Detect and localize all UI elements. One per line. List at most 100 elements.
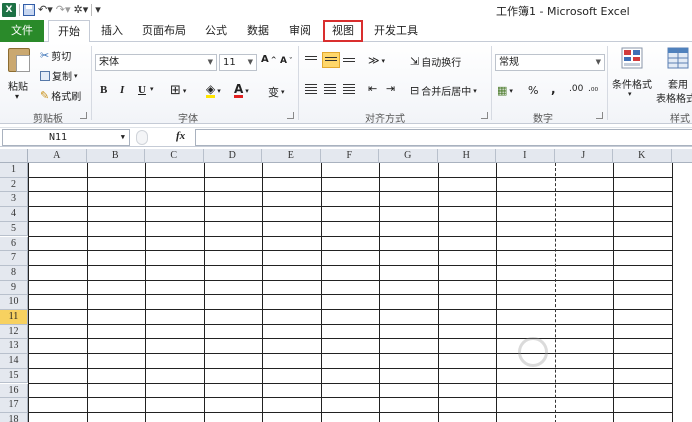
column-gridline	[496, 163, 497, 422]
row-header-15[interactable]: 15	[0, 368, 28, 384]
tab-developer[interactable]: 开发工具	[370, 20, 422, 42]
merge-center-label: 合并后居中	[421, 87, 472, 98]
alignment-launcher-icon[interactable]	[481, 112, 488, 119]
tab-page-layout[interactable]: 页面布局	[134, 20, 194, 42]
column-header-d[interactable]: D	[203, 149, 262, 163]
column-header-h[interactable]: H	[437, 149, 496, 163]
column-header-j[interactable]: J	[554, 149, 613, 163]
comma-button[interactable]: ,	[551, 82, 556, 96]
paste-icon[interactable]	[8, 48, 30, 72]
column-header-b[interactable]: B	[86, 149, 145, 163]
underline-button[interactable]: U	[138, 84, 146, 96]
tab-data[interactable]: 数据	[240, 20, 276, 42]
wrap-text-button[interactable]: ⇲ 自动换行	[410, 54, 461, 69]
border-button[interactable]: ⊞ ▾	[170, 83, 186, 98]
align-top-button[interactable]	[305, 56, 317, 62]
row-header-13[interactable]: 13	[0, 339, 28, 355]
number-format-select[interactable]: 常规 ▼	[495, 54, 605, 71]
cut-button[interactable]: ✂ 剪切	[40, 48, 71, 63]
decrease-decimal-button[interactable]: .₀₀	[588, 84, 598, 94]
font-size-select[interactable]: 11 ▼	[219, 54, 257, 71]
align-bottom-button[interactable]	[343, 58, 355, 64]
tab-insert[interactable]: 插入	[94, 20, 130, 42]
column-gridline	[203, 163, 205, 422]
italic-button[interactable]: I	[120, 84, 124, 96]
undo-icon[interactable]: ↶▾	[38, 3, 53, 17]
increase-decimal-button[interactable]: .00	[569, 84, 583, 94]
row-header-6[interactable]: 6	[0, 236, 28, 252]
customize-qat-icon[interactable]: ▾	[95, 3, 101, 17]
select-all-corner[interactable]	[0, 149, 28, 163]
formula-bar-splitter[interactable]	[136, 130, 148, 145]
decrease-indent-button[interactable]: ⇤	[368, 82, 377, 95]
paste-button[interactable]: 粘贴	[8, 78, 28, 93]
number-launcher-icon[interactable]	[596, 112, 603, 119]
font-size-value: 11	[223, 57, 236, 68]
name-box[interactable]: N11 ▼	[2, 129, 130, 146]
chevron-down-icon: ▼	[247, 58, 253, 66]
bold-button[interactable]: B	[100, 84, 107, 96]
insert-function-icon[interactable]: fx	[176, 130, 185, 142]
fill-color-button[interactable]: ◈ ▾	[206, 83, 221, 98]
caret-down-icon: ˇ	[288, 57, 293, 65]
font-name-select[interactable]: 宋体 ▼	[95, 54, 217, 71]
column-header-c[interactable]: C	[145, 149, 204, 163]
tab-file[interactable]: 文件	[0, 20, 44, 42]
font-launcher-icon[interactable]	[287, 112, 294, 119]
row-header-16[interactable]: 16	[0, 383, 28, 399]
format-painter-button[interactable]: ✎ 格式刷	[40, 88, 81, 103]
redo-icon[interactable]: ↷▾	[56, 3, 71, 17]
grow-font-button[interactable]: A ^	[261, 54, 277, 65]
percent-button[interactable]: %	[528, 84, 538, 97]
phonetic-button[interactable]: 变 ▾	[268, 84, 285, 100]
customize-icon[interactable]: ✲▾	[74, 3, 89, 17]
wrap-text-label: 自动换行	[421, 58, 462, 69]
row-header-1[interactable]: 1	[0, 163, 28, 178]
align-right-button[interactable]	[343, 84, 355, 94]
column-header-g[interactable]: G	[379, 149, 438, 163]
tab-formulas[interactable]: 公式	[198, 20, 234, 42]
excel-logo[interactable]: X	[2, 3, 16, 17]
row-header-10[interactable]: 10	[0, 295, 28, 310]
column-header-i[interactable]: I	[496, 149, 555, 163]
orientation-button[interactable]: ≫ ▾	[368, 54, 385, 67]
row-header-14[interactable]: 14	[0, 354, 28, 369]
save-icon[interactable]	[23, 4, 35, 16]
table-format-top-label[interactable]: 套用	[668, 76, 688, 91]
formula-input[interactable]	[195, 129, 692, 146]
column-header-f[interactable]: F	[320, 149, 379, 163]
row-header-2[interactable]: 2	[0, 177, 28, 193]
row-header-5[interactable]: 5	[0, 221, 28, 237]
tab-review[interactable]: 审阅	[282, 20, 318, 42]
align-middle-button[interactable]	[322, 52, 340, 68]
row-header-18[interactable]: 18	[0, 412, 28, 422]
paste-dropdown-icon[interactable]: ▾	[15, 92, 19, 101]
row-header-9[interactable]: 9	[0, 280, 28, 296]
increase-indent-button[interactable]: ⇥	[386, 82, 395, 95]
row-header-17[interactable]: 17	[0, 398, 28, 413]
clipboard-launcher-icon[interactable]	[80, 112, 87, 119]
tab-home[interactable]: 开始	[48, 20, 90, 43]
accounting-format-button[interactable]: ▦ ▾	[497, 84, 513, 97]
row-header-8[interactable]: 8	[0, 265, 28, 281]
font-color-button[interactable]: A ▾	[234, 83, 249, 98]
shrink-font-button[interactable]: Aˇ	[280, 56, 292, 66]
row-header-3[interactable]: 3	[0, 192, 28, 208]
align-center-button[interactable]	[324, 84, 336, 94]
column-header-a[interactable]: A	[28, 149, 87, 163]
align-left-button[interactable]	[305, 84, 317, 94]
column-header-k[interactable]: K	[613, 149, 672, 163]
copy-button[interactable]: 复制 ▾	[40, 68, 78, 83]
underline-dropdown-icon[interactable]: ▾	[150, 85, 154, 93]
column-header-e[interactable]: E	[262, 149, 321, 163]
conditional-formatting-button[interactable]: 条件格式	[612, 76, 652, 91]
tab-view[interactable]: 视图	[323, 20, 363, 42]
merge-center-button[interactable]: ⊟ 合并后居中 ▾	[410, 83, 477, 98]
row-header-11[interactable]: 11	[0, 310, 28, 325]
row-header-7[interactable]: 7	[0, 251, 28, 266]
table-format-button[interactable]: 表格格式	[656, 90, 692, 105]
column-gridline	[145, 163, 146, 422]
row-header-12[interactable]: 12	[0, 324, 28, 340]
row-header-4[interactable]: 4	[0, 207, 28, 222]
decrease-indent-icon: ⇤	[368, 82, 378, 95]
